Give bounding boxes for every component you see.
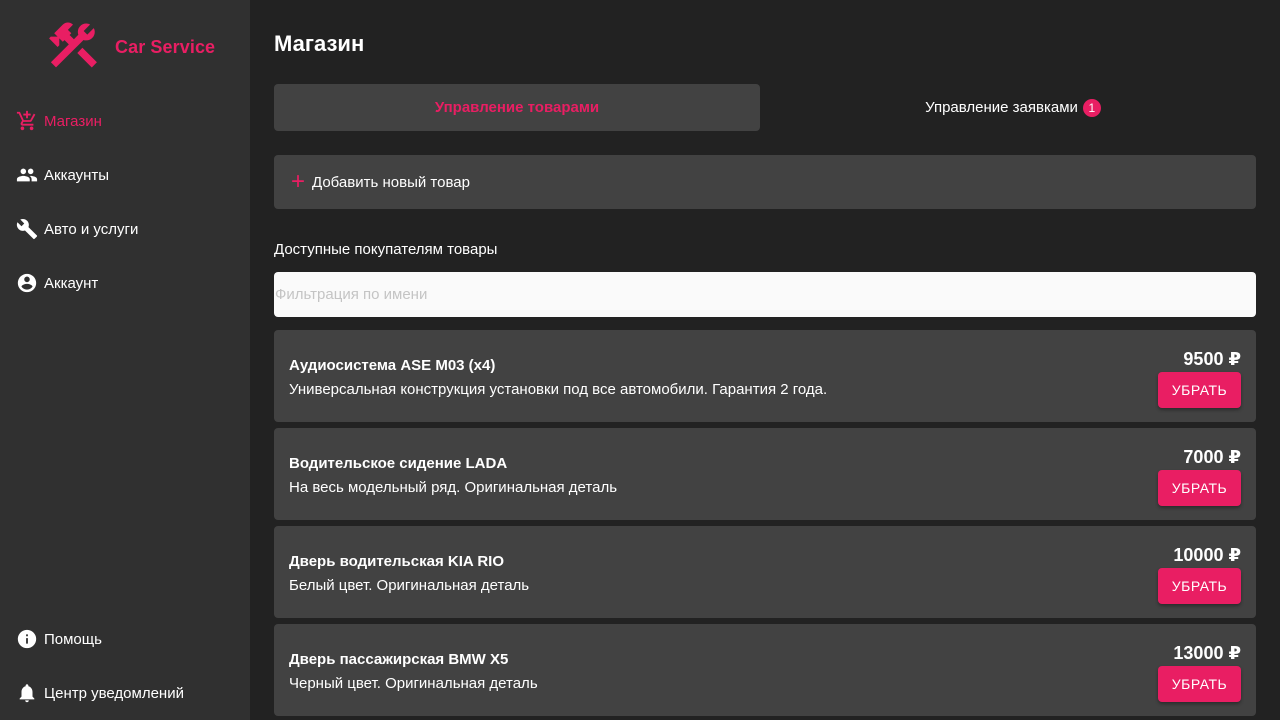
remove-button[interactable]: УБРАТЬ: [1158, 470, 1241, 506]
product-name: Дверь пассажирская BMW X5: [289, 651, 509, 668]
info-icon: [16, 628, 38, 650]
sidebar-item-shop[interactable]: Магазин: [0, 101, 250, 141]
sidebar-item-label: Магазин: [44, 112, 102, 130]
product-description: Универсальная конструкция установки под …: [289, 381, 828, 398]
product-price: 7000 ₽: [1183, 447, 1241, 467]
sidebar-item-notifications[interactable]: Центр уведомлений: [0, 673, 250, 713]
product-card: Дверь пассажирская BMW X5 Черный цвет. О…: [274, 624, 1256, 716]
wrench-icon: [16, 218, 38, 240]
tab-manage-products[interactable]: Управление товарами: [274, 84, 760, 131]
product-card: Дверь водительская KIA RIO Белый цвет. О…: [274, 526, 1256, 618]
app-name: Car Service: [115, 36, 216, 57]
plus-icon: +: [291, 168, 306, 195]
sidebar-item-label: Аккаунт: [44, 274, 99, 292]
requests-badge: 1: [1082, 98, 1101, 117]
product-name: Аудиосистема ASE M03 (x4): [289, 357, 496, 374]
main-content: Магазин Управление товарами Управление з…: [274, 0, 1256, 720]
sidebar-item-label: Центр уведомлений: [44, 684, 184, 702]
sidebar-item-account[interactable]: Аккаунт: [0, 263, 250, 303]
cart-icon: [16, 110, 38, 132]
remove-button[interactable]: УБРАТЬ: [1158, 666, 1241, 702]
sidebar-item-label: Аккаунты: [44, 166, 110, 184]
tab-bar: Управление товарами Управление заявками …: [274, 84, 1256, 131]
product-price: 9500 ₽: [1183, 349, 1241, 369]
sidebar-item-help[interactable]: Помощь: [0, 619, 250, 659]
account-circle-icon: [16, 272, 38, 294]
product-card: Водительское сидение LADA На весь модель…: [274, 428, 1256, 520]
tab-manage-requests[interactable]: Управление заявками 1: [770, 84, 1256, 131]
tab-label: Управление заявками: [925, 99, 1078, 116]
remove-button[interactable]: УБРАТЬ: [1158, 372, 1241, 408]
product-card: Аудиосистема ASE M03 (x4) Универсальная …: [274, 330, 1256, 422]
sidebar-item-label: Авто и услуги: [44, 220, 139, 238]
add-product-button[interactable]: + Добавить новый товар: [274, 155, 1256, 209]
product-list: Аудиосистема ASE M03 (x4) Универсальная …: [274, 330, 1256, 720]
filter-input[interactable]: [274, 272, 1256, 317]
product-description: На весь модельный ряд. Оригинальная дета…: [289, 479, 618, 496]
page-title: Магазин: [274, 31, 365, 56]
tools-icon: [44, 16, 102, 79]
product-price: 13000 ₽: [1173, 643, 1241, 663]
product-price: 10000 ₽: [1173, 545, 1241, 565]
product-description: Белый цвет. Оригинальная деталь: [289, 577, 530, 594]
product-name: Дверь водительская KIA RIO: [289, 553, 504, 570]
sidebar-item-cars-services[interactable]: Авто и услуги: [0, 209, 250, 249]
people-icon: [16, 164, 38, 186]
sidebar: Car Service Магазин Аккаунты Авто и услу…: [0, 0, 250, 720]
product-name: Водительское сидение LADA: [289, 455, 508, 472]
bell-icon: [16, 682, 38, 704]
sidebar-item-accounts[interactable]: Аккаунты: [0, 155, 250, 195]
add-product-label: Добавить новый товар: [312, 173, 470, 191]
sidebar-item-label: Помощь: [44, 630, 102, 648]
section-label: Доступные покупателям товары: [274, 241, 498, 258]
app-logo[interactable]: Car Service: [44, 18, 224, 76]
tab-label: Управление товарами: [434, 99, 600, 116]
product-description: Черный цвет. Оригинальная деталь: [289, 675, 538, 692]
remove-button[interactable]: УБРАТЬ: [1158, 568, 1241, 604]
